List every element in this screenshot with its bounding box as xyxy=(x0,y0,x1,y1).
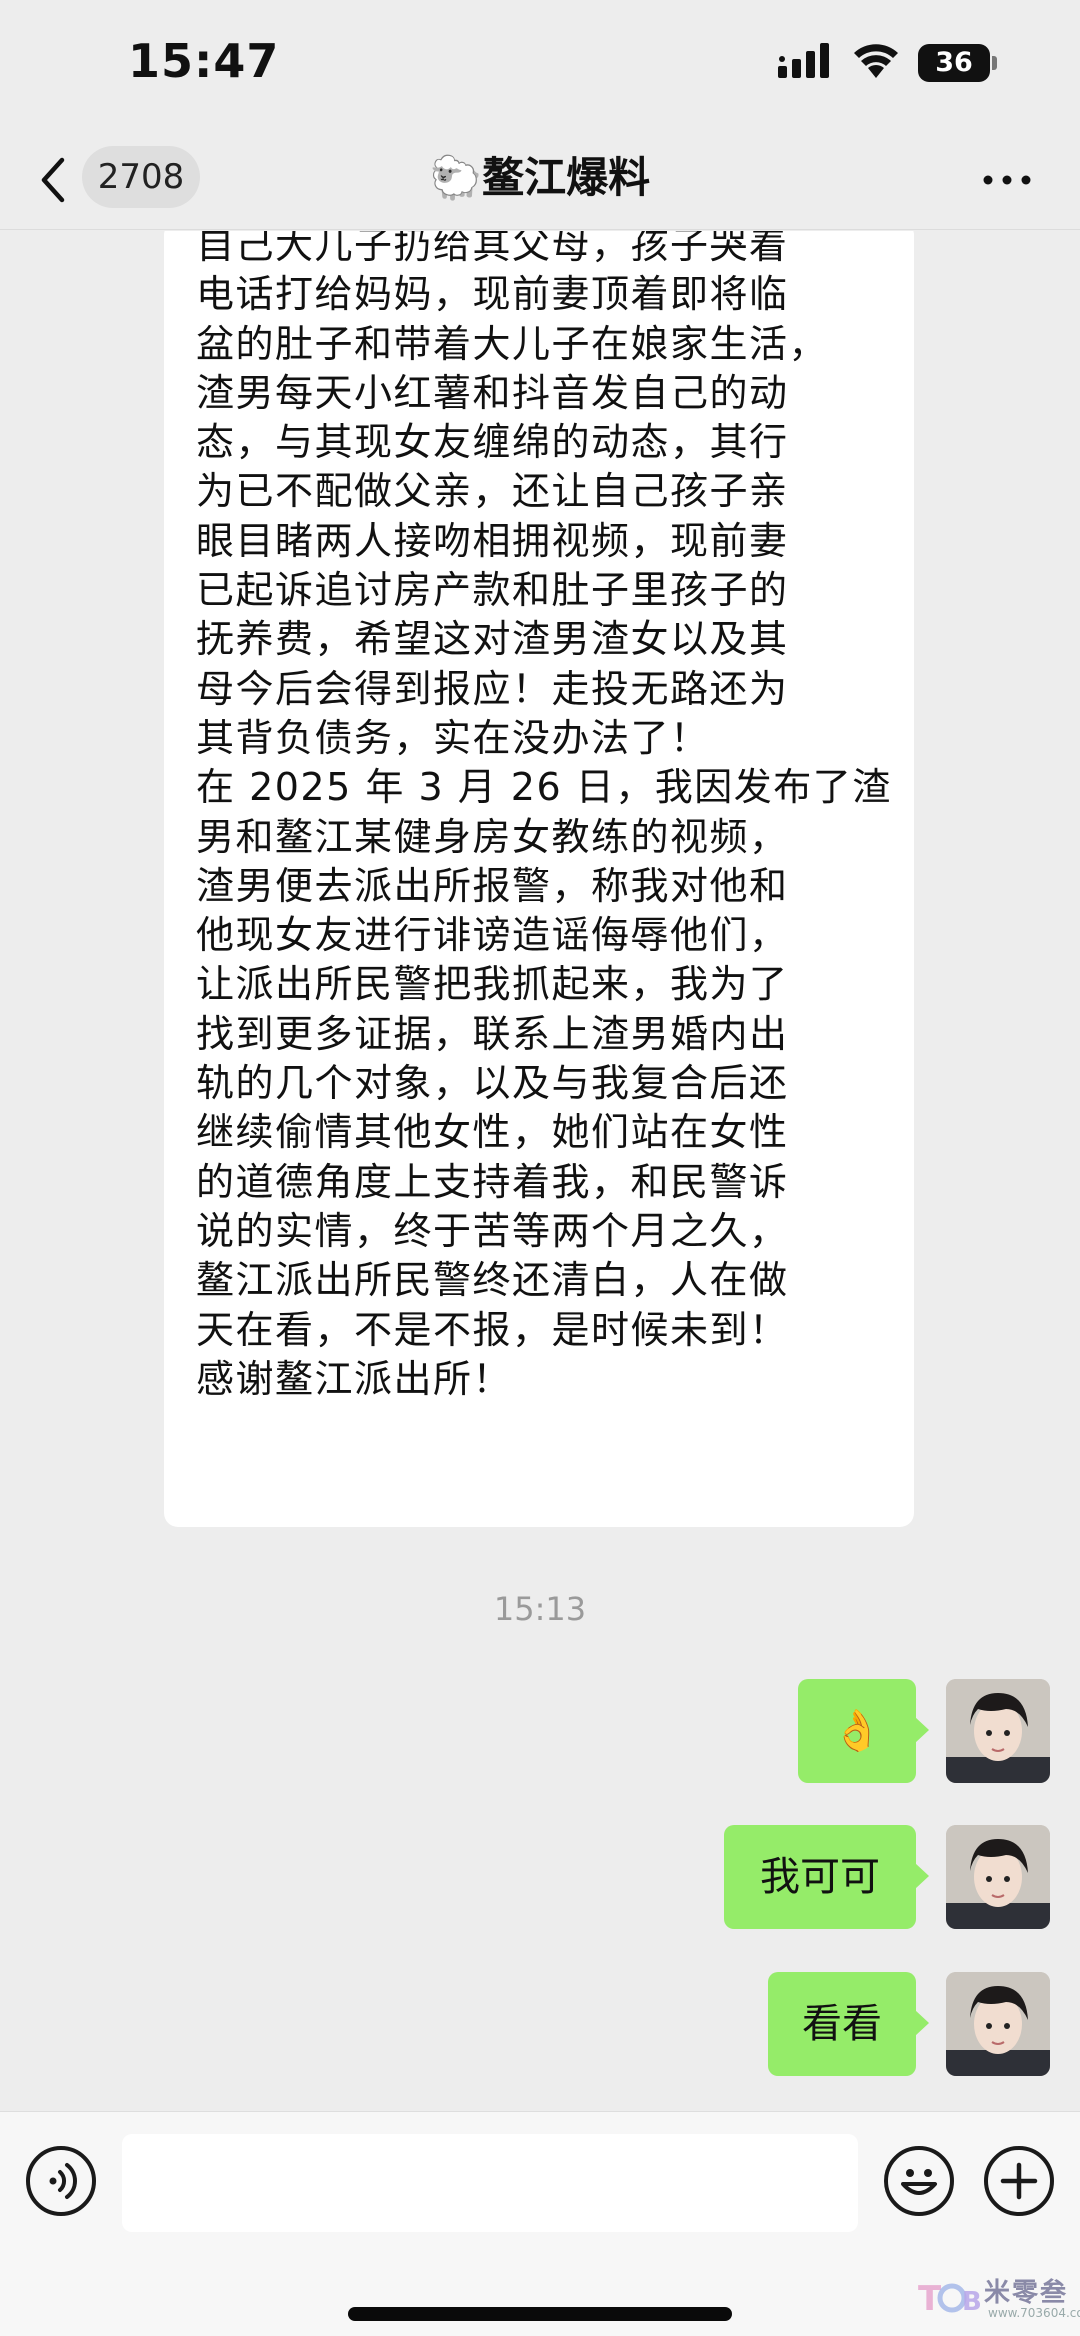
watermark: T B 米零叁 www.703604.com xyxy=(918,2268,1080,2324)
plus-icon[interactable] xyxy=(984,2146,1054,2216)
wifi-icon xyxy=(854,44,898,78)
chat-title: 🐑鳌江爆料 xyxy=(429,153,651,202)
avatar[interactable] xyxy=(946,1825,1050,1929)
avatar[interactable] xyxy=(946,1972,1050,2076)
watermark-text: 米零叁 xyxy=(984,2278,1069,2308)
incoming-message-bubble[interactable]: 自己大儿子扔给其父母，孩子哭着 电话打给妈妈，现前妻顶着即将临 盆的肚子和带着大… xyxy=(164,231,914,1527)
battery-icon: 36 xyxy=(918,44,998,82)
outgoing-message-text: 看看 xyxy=(802,2001,882,2047)
incoming-message-text: 自己大儿子扔给其父母，孩子哭着 电话打给妈妈，现前妻顶着即将临 盆的肚子和带着大… xyxy=(196,231,892,1401)
message-timestamp: 15:13 xyxy=(493,1590,587,1628)
watermark-logo-icon: T B xyxy=(918,2279,980,2318)
watermark-url: www.703604.com xyxy=(988,2306,1080,2320)
status-bar: 15:47 36 xyxy=(0,0,1080,130)
voice-icon[interactable] xyxy=(26,2146,96,2216)
battery-level: 36 xyxy=(935,47,973,78)
outgoing-message-bubble[interactable]: 看看 xyxy=(768,1972,929,2076)
more-dots-icon[interactable] xyxy=(982,172,1032,188)
avatar-image xyxy=(946,1679,1050,1783)
avatar-image xyxy=(946,1825,1050,1929)
signal-icon xyxy=(778,43,829,78)
avatar-image xyxy=(946,1972,1050,2076)
svg-text:B: B xyxy=(962,2287,980,2317)
emoji-icon[interactable] xyxy=(884,2146,954,2216)
home-indicator xyxy=(348,2307,732,2321)
outgoing-message-text: 我可可 xyxy=(760,1854,880,1900)
nav-bar: 2708 🐑鳌江爆料 xyxy=(0,130,1080,230)
outgoing-message-bubble[interactable]: 👌 xyxy=(798,1679,929,1783)
avatar[interactable] xyxy=(946,1679,1050,1783)
chat-area[interactable]: 自己大儿子扔给其父母，孩子哭着 电话打给妈妈，现前妻顶着即将临 盆的肚子和带着大… xyxy=(0,231,1080,2111)
message-input[interactable] xyxy=(122,2134,858,2232)
outgoing-message-bubble[interactable]: 我可可 xyxy=(724,1825,929,1929)
status-time: 15:47 xyxy=(128,34,280,88)
outgoing-message-text: 👌 xyxy=(832,1708,882,1754)
